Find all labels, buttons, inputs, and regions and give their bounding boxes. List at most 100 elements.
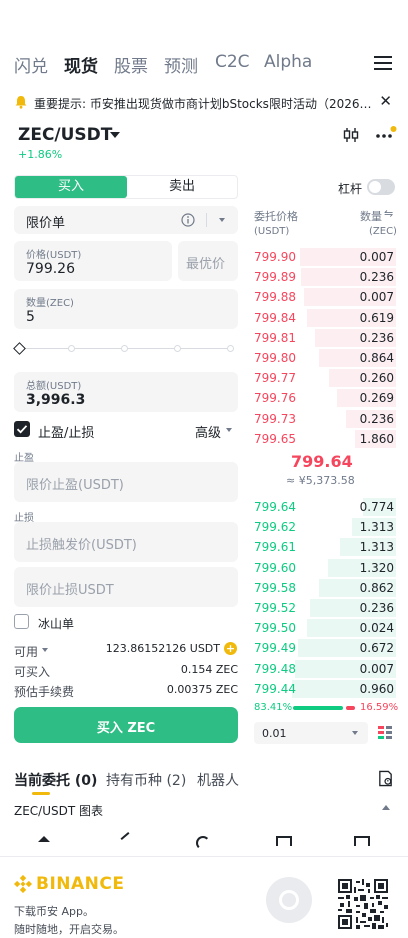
buy-submit-button[interactable]: 买入 ZEC: [14, 707, 238, 743]
ask-row[interactable]: 799.77 0.260: [248, 368, 396, 388]
bid-row[interactable]: 799.58 0.862: [248, 578, 396, 598]
buy-submit-label: 买入 ZEC: [96, 721, 156, 736]
advanced-select[interactable]: 高级: [195, 422, 221, 441]
bid-row[interactable]: 799.62 1.313: [248, 517, 396, 537]
floating-bubble[interactable]: [266, 877, 312, 923]
stop-loss-trigger-input[interactable]: 止损触发价(USDT): [14, 522, 238, 562]
order-price: 799.62: [254, 520, 296, 535]
price-label: 价格(USDT): [26, 250, 82, 261]
sell-ratio-bar: [346, 706, 355, 710]
app-download-banner[interactable]: BINANCE 下载币安 App。 随时随地，开启交易。: [0, 856, 408, 938]
price-input[interactable]: 价格(USDT) 799.26: [14, 241, 172, 281]
order-history-icon[interactable]: [377, 770, 394, 787]
chart-section[interactable]: ZEC/USDT 图表: [0, 796, 408, 824]
tab-c2c[interactable]: C2C: [215, 52, 250, 72]
tab-alpha[interactable]: Alpha: [264, 52, 312, 72]
menu-icon[interactable]: [374, 56, 392, 70]
order-price: 799.60: [254, 560, 296, 575]
swap-icon[interactable]: ⇋: [384, 207, 393, 220]
price-column-header: 委托价格: [254, 210, 298, 223]
pair-selector[interactable]: ZEC/USDT: [18, 125, 112, 145]
chevron-up-icon[interactable]: [382, 805, 390, 810]
precision-value: 0.01: [262, 727, 287, 740]
precision-select[interactable]: 0.01: [254, 722, 368, 744]
order-qty: 0.007: [359, 250, 394, 264]
close-icon[interactable]: ✕: [379, 92, 392, 110]
sell-tab[interactable]: 卖出: [127, 176, 237, 198]
info-icon[interactable]: [181, 213, 195, 227]
caret-down-icon[interactable]: [110, 132, 120, 138]
tab-holdings[interactable]: 持有币种 (2): [106, 770, 186, 790]
ask-row[interactable]: 799.76 0.269: [248, 388, 396, 408]
wallet-icon[interactable]: [354, 836, 370, 846]
stop-loss-limit-input[interactable]: 限价止损USDT: [14, 567, 238, 607]
total-label: 总额(USDT): [26, 381, 82, 392]
markets-icon[interactable]: [120, 832, 130, 840]
bid-row[interactable]: 799.60 1.320: [248, 558, 396, 578]
sell-ratio-text: 16.59%: [360, 702, 399, 713]
tab-stocks[interactable]: 股票: [114, 52, 148, 77]
slider-step: [68, 345, 75, 352]
order-price: 799.49: [254, 641, 296, 656]
ask-row[interactable]: 799.89 0.236: [248, 267, 396, 287]
bid-row[interactable]: 799.50 0.024: [248, 618, 396, 638]
order-price: 799.64: [254, 500, 296, 514]
bid-row[interactable]: 799.48 0.007: [248, 659, 396, 679]
check-icon: [16, 425, 28, 434]
bid-row[interactable]: 799.61 1.313: [248, 537, 396, 557]
take-profit-input[interactable]: 限价止盈(USDT): [14, 462, 238, 502]
order-qty: 0.007: [359, 290, 394, 305]
ask-row[interactable]: 799.81 0.236: [248, 328, 396, 348]
order-qty: 0.774: [359, 500, 394, 514]
leverage-toggle[interactable]: [367, 179, 395, 195]
tab-spot[interactable]: 现货: [64, 52, 98, 77]
qr-code: [338, 879, 388, 929]
tab-open-orders[interactable]: 当前委托 (0): [14, 770, 97, 790]
price-value: 799.26: [26, 261, 75, 277]
ask-row[interactable]: 799.65 1.860: [248, 429, 396, 449]
tab-prediction[interactable]: 预测: [164, 52, 198, 77]
ask-row[interactable]: 799.90 0.007: [248, 247, 396, 267]
ask-row[interactable]: 799.88 0.007: [248, 287, 396, 307]
ask-row[interactable]: 799.73 0.236: [248, 409, 396, 429]
amount-slider[interactable]: [13, 342, 238, 356]
order-qty: 1.320: [359, 560, 394, 575]
slider-handle[interactable]: [13, 342, 26, 355]
buy-tab[interactable]: 买入: [15, 176, 127, 198]
tab-swap[interactable]: 闪兑: [14, 52, 48, 77]
futures-icon[interactable]: [276, 836, 292, 846]
buy-ratio-text: 83.41%: [254, 702, 293, 713]
bid-row[interactable]: 799.44 0.960: [248, 679, 396, 699]
tpsl-label[interactable]: 止盈/止损: [38, 422, 94, 441]
add-funds-icon[interactable]: +: [224, 642, 237, 655]
candlestick-icon[interactable]: [342, 126, 360, 144]
order-qty: 0.236: [359, 411, 394, 426]
tpsl-checkbox[interactable]: [14, 421, 30, 437]
more-icon[interactable]: [375, 126, 397, 144]
qr-code-image: [338, 879, 388, 929]
iceberg-checkbox[interactable]: [14, 614, 29, 629]
available-value: 123.86152126 USDT: [105, 642, 220, 655]
ask-row[interactable]: 799.80 0.864: [248, 348, 396, 368]
bottom-nav: [0, 830, 408, 856]
binance-logo-icon: [14, 875, 32, 893]
order-type-select[interactable]: 限价单: [14, 206, 238, 234]
bid-row[interactable]: 799.64 0.774: [248, 497, 396, 517]
last-price[interactable]: 799.64: [291, 452, 353, 471]
iceberg-label[interactable]: 冰山单: [38, 615, 74, 632]
qty-column-header: 数量: [360, 210, 382, 223]
quantity-input[interactable]: 数量(ZEC) 5: [14, 289, 238, 329]
best-price-button[interactable]: 最优价: [178, 241, 238, 281]
announcement-bar[interactable]: 重要提示: 币安推出现货做市商计划bStocks限时活动（2026-… ✕: [0, 90, 408, 116]
buy-sell-toggle: 买入 卖出: [14, 175, 238, 199]
quantity-label: 数量(ZEC): [26, 298, 74, 309]
orderbook-layout-icon[interactable]: [377, 725, 393, 741]
bid-row[interactable]: 799.52 0.236: [248, 598, 396, 618]
trade-icon[interactable]: [196, 836, 210, 850]
total-input[interactable]: 总额(USDT) 3,996.3: [14, 372, 238, 412]
bid-row[interactable]: 799.49 0.672: [248, 638, 396, 658]
home-icon[interactable]: [38, 836, 50, 842]
tab-bots[interactable]: 机器人: [197, 770, 239, 790]
order-price: 799.58: [254, 580, 296, 595]
ask-row[interactable]: 799.84 0.619: [248, 308, 396, 328]
